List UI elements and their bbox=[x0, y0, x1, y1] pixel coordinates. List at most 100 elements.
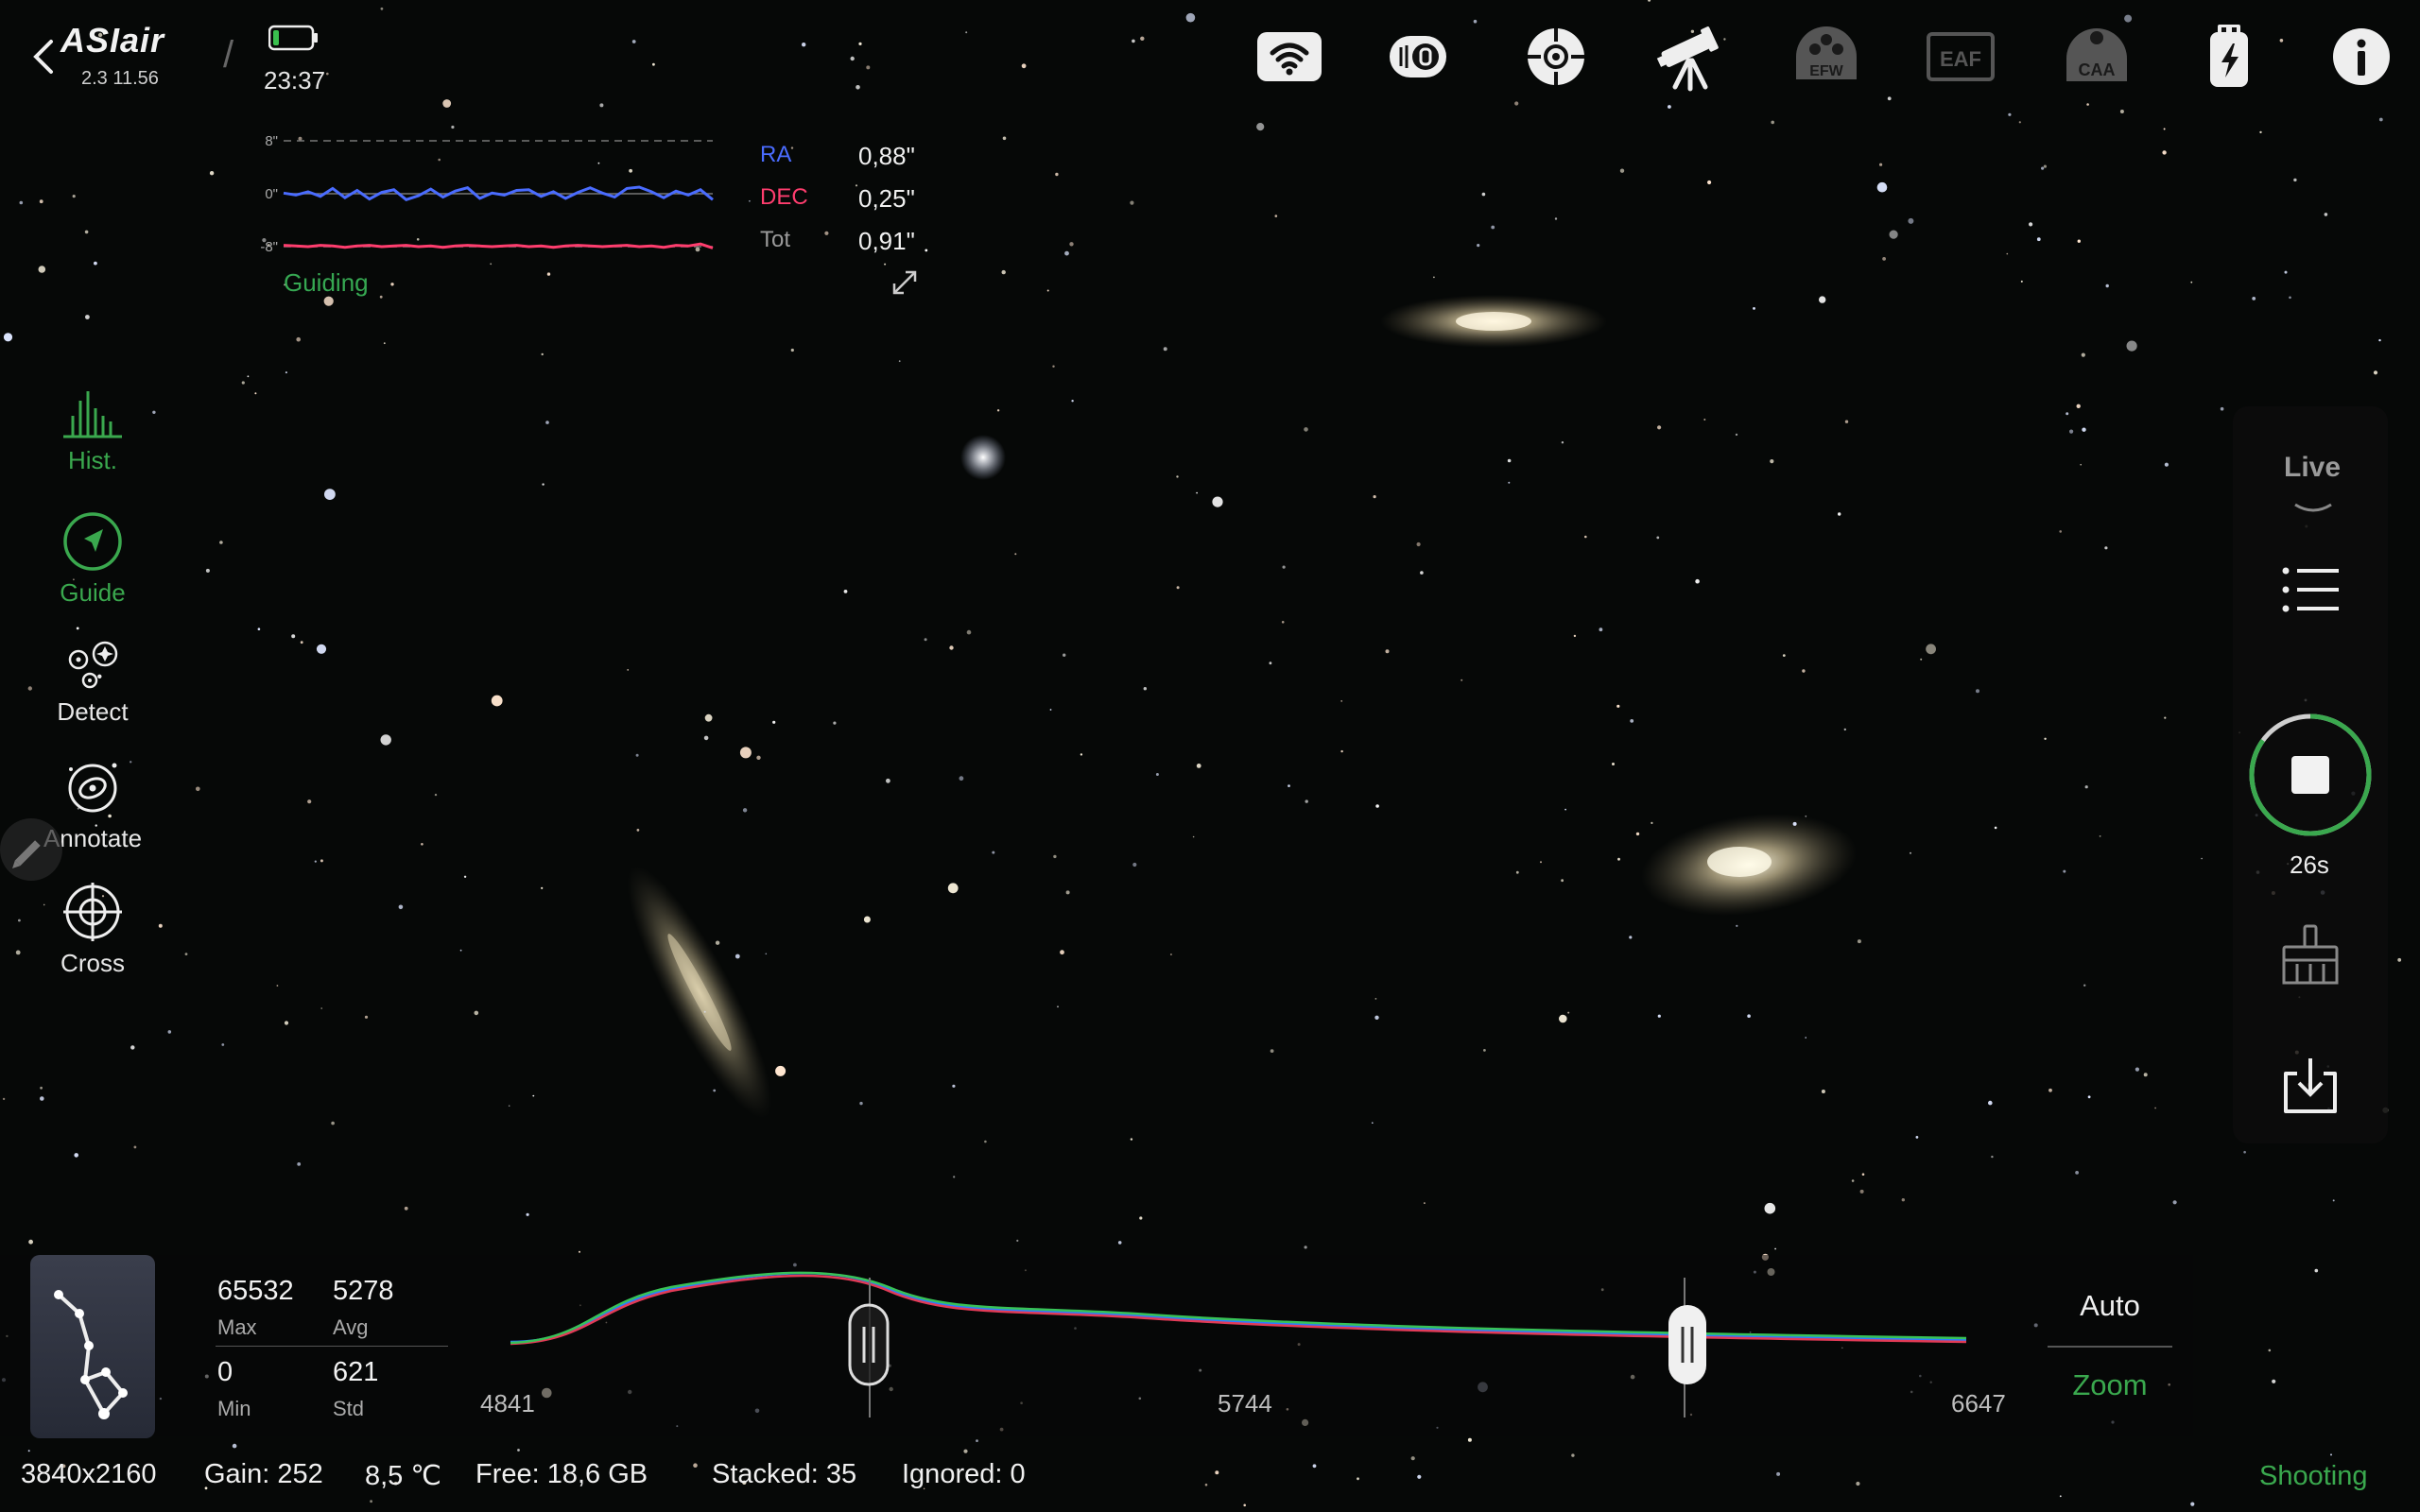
star bbox=[2164, 716, 2167, 719]
star bbox=[1080, 753, 1083, 756]
std-value: 621 bbox=[333, 1357, 379, 1387]
star bbox=[1417, 1474, 1422, 1479]
star bbox=[1753, 307, 1755, 310]
svg-text:EAF: EAF bbox=[1940, 47, 1981, 71]
constellation-icon bbox=[54, 1290, 128, 1419]
star bbox=[1507, 458, 1512, 463]
star bbox=[1976, 689, 1979, 694]
usb-power-icon[interactable] bbox=[2193, 21, 2265, 93]
y-tick-top: 8" bbox=[265, 133, 278, 149]
guide-error-graph[interactable]: 8" 0" -8" bbox=[246, 123, 718, 265]
star bbox=[2201, 857, 2203, 860]
auto-stretch-button[interactable]: Auto bbox=[2046, 1289, 2174, 1323]
star bbox=[1060, 950, 1064, 955]
star bbox=[1192, 835, 1195, 838]
pencil-button[interactable] bbox=[0, 818, 62, 881]
star bbox=[1770, 459, 1774, 464]
eaf-icon[interactable]: EAF bbox=[1925, 21, 1996, 93]
star bbox=[1617, 857, 1620, 861]
star bbox=[2378, 117, 2383, 122]
star bbox=[94, 261, 97, 266]
star bbox=[2059, 1495, 2062, 1498]
star bbox=[1695, 578, 1700, 584]
star bbox=[925, 249, 928, 252]
star bbox=[2289, 296, 2291, 300]
star bbox=[1910, 851, 1911, 854]
hist-tool[interactable]: Hist. bbox=[19, 387, 166, 475]
star bbox=[1844, 420, 1849, 423]
star bbox=[1554, 217, 1558, 220]
star bbox=[2172, 1200, 2177, 1205]
star bbox=[474, 1010, 479, 1016]
dec-series-line bbox=[283, 242, 714, 249]
star bbox=[992, 850, 995, 854]
star bbox=[38, 266, 46, 273]
star bbox=[1481, 192, 1486, 197]
expand-icon[interactable] bbox=[889, 266, 921, 299]
stop-button[interactable] bbox=[2246, 711, 2375, 839]
star bbox=[2066, 412, 2069, 416]
star bbox=[2069, 429, 2074, 434]
star bbox=[379, 295, 383, 299]
star bbox=[1657, 1014, 1661, 1018]
guide-status: Guiding bbox=[284, 268, 369, 297]
clean-brush-icon[interactable] bbox=[2276, 924, 2344, 987]
star bbox=[2143, 1073, 2148, 1077]
star bbox=[1861, 1173, 1865, 1176]
star bbox=[1055, 172, 1059, 177]
star bbox=[965, 31, 968, 34]
star bbox=[1052, 365, 1055, 368]
star bbox=[1920, 658, 1923, 661]
zoom-button[interactable]: Zoom bbox=[2046, 1368, 2174, 1402]
chevron-down-icon[interactable] bbox=[2291, 501, 2335, 516]
star bbox=[2163, 128, 2166, 130]
star bbox=[1204, 1483, 1208, 1486]
star bbox=[247, 375, 250, 378]
star bbox=[364, 1015, 369, 1019]
star bbox=[2086, 103, 2089, 106]
caa-icon[interactable]: CAA bbox=[2061, 21, 2133, 93]
star bbox=[1057, 1005, 1059, 1008]
star bbox=[1274, 215, 1278, 217]
telescope-icon[interactable] bbox=[1654, 21, 1726, 93]
star bbox=[2190, 281, 2193, 284]
star bbox=[1843, 728, 1847, 731]
star bbox=[85, 315, 90, 319]
guide-tool[interactable]: Guide bbox=[19, 510, 166, 608]
cross-tool[interactable]: Cross bbox=[19, 881, 166, 978]
star bbox=[1540, 861, 1542, 864]
star bbox=[2080, 463, 2082, 466]
star bbox=[953, 1176, 956, 1178]
black-point-slider-handle[interactable] bbox=[847, 1302, 890, 1387]
star bbox=[886, 778, 890, 783]
tot-label: Tot bbox=[760, 227, 791, 252]
star bbox=[545, 421, 549, 424]
star bbox=[1630, 719, 1634, 723]
ignored-count: Ignored: 0 bbox=[902, 1459, 1026, 1489]
detect-tool[interactable]: Detect bbox=[19, 639, 166, 727]
camera-icon[interactable] bbox=[1384, 21, 1456, 93]
star bbox=[742, 808, 748, 813]
star bbox=[824, 231, 829, 235]
star bbox=[1064, 250, 1069, 256]
star bbox=[1461, 679, 1463, 681]
guide-scope-icon[interactable] bbox=[1520, 21, 1592, 93]
download-icon[interactable] bbox=[2276, 1055, 2344, 1117]
clock: 23:37 bbox=[264, 66, 326, 94]
star bbox=[1270, 1049, 1274, 1053]
star bbox=[221, 1043, 225, 1046]
star bbox=[2243, 1150, 2246, 1154]
target-thumbnail[interactable] bbox=[30, 1255, 155, 1438]
info-icon[interactable] bbox=[2325, 21, 2397, 93]
wifi-icon[interactable] bbox=[1253, 21, 1325, 93]
list-icon[interactable] bbox=[2278, 563, 2344, 616]
live-mode-label[interactable]: Live bbox=[2284, 452, 2341, 484]
star bbox=[205, 568, 210, 573]
star bbox=[1069, 242, 1074, 247]
ra-value: 0,88" bbox=[858, 142, 915, 170]
efw-icon[interactable]: EFW bbox=[1790, 21, 1862, 93]
star bbox=[285, 371, 287, 374]
star bbox=[2099, 835, 2101, 837]
white-point-slider-handle[interactable] bbox=[1666, 1302, 1709, 1387]
star bbox=[1185, 12, 1196, 23]
